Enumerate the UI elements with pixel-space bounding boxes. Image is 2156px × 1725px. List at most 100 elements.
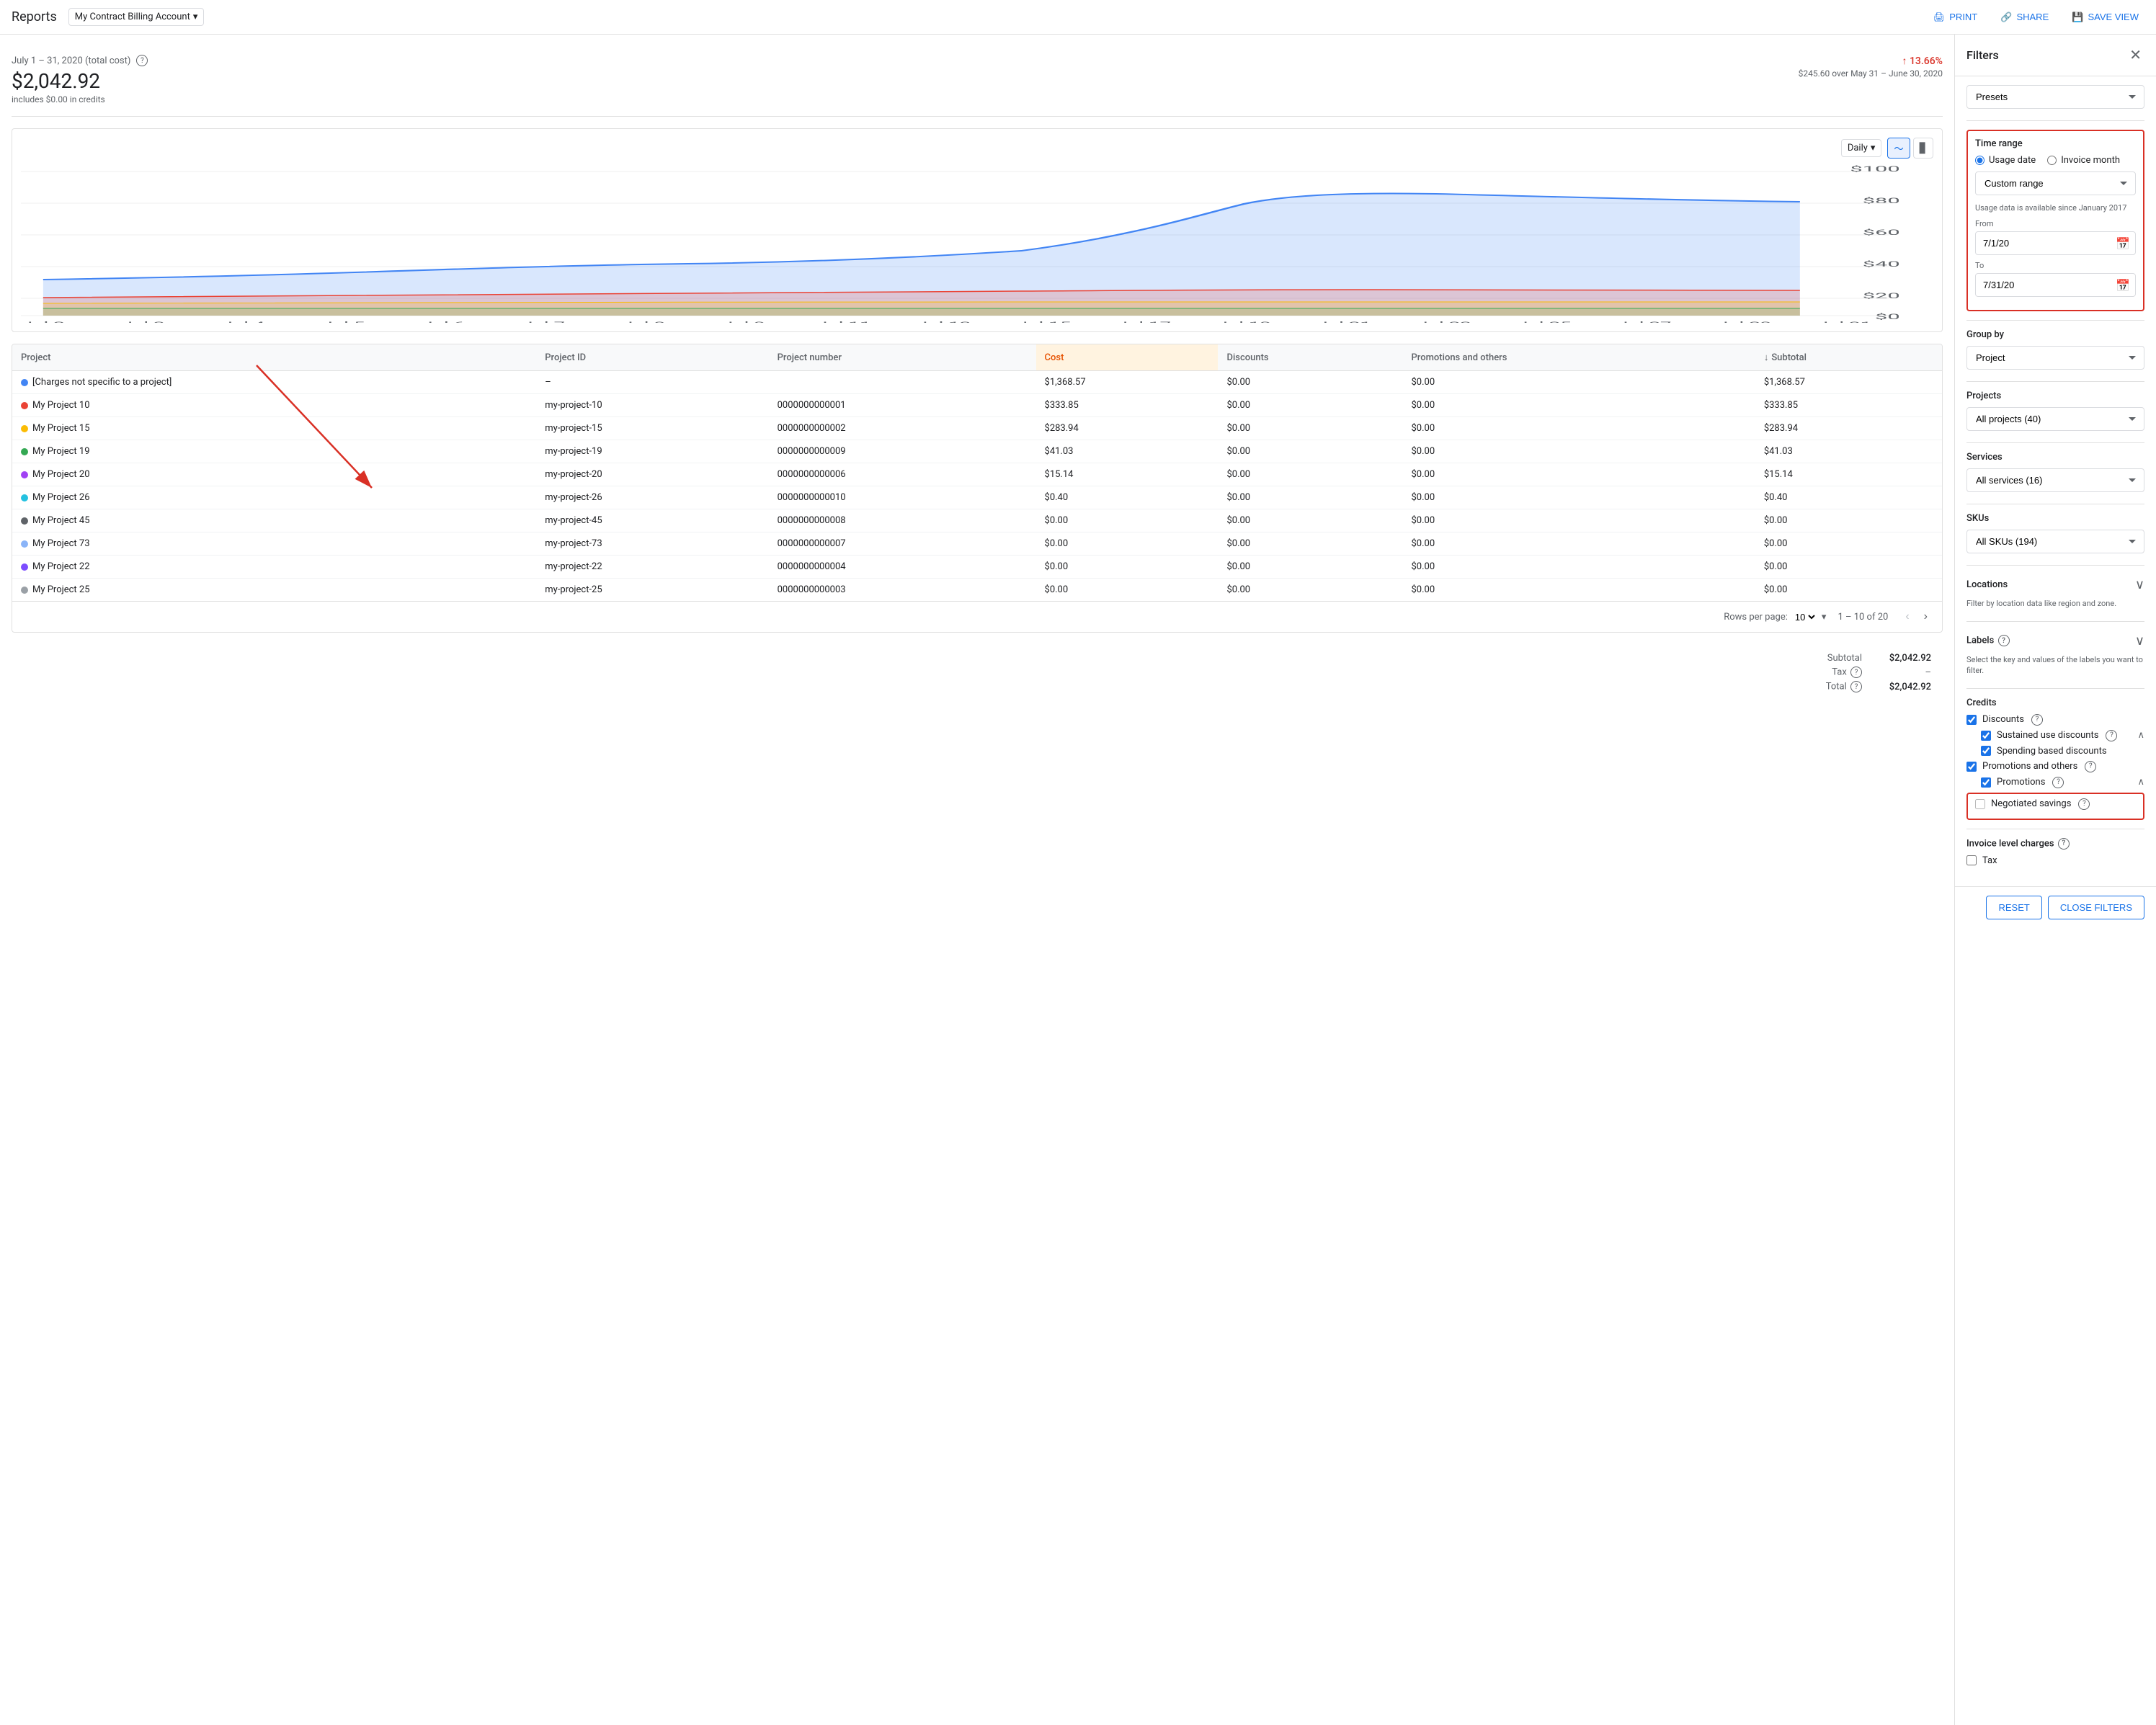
print-icon: 🖨 xyxy=(1933,12,1946,23)
locations-collapsible[interactable]: Locations ∨ xyxy=(1966,574,2144,595)
svg-text:$100: $100 xyxy=(1850,165,1899,174)
invoice-help-icon[interactable]: ? xyxy=(2058,838,2070,850)
summary-amount: $2,042.92 xyxy=(12,69,148,93)
to-date-input[interactable] xyxy=(1975,273,2136,297)
project-number-cell: 0000000000002 xyxy=(769,417,1036,440)
negotiated-help-icon[interactable]: ? xyxy=(2078,798,2090,810)
filter-footer: RESET CLOSE FILTERS xyxy=(1955,886,2156,928)
svg-text:Jul 9: Jul 9 xyxy=(722,321,765,323)
svg-text:Jul 7: Jul 7 xyxy=(522,321,565,323)
time-range-title: Time range xyxy=(1975,138,2136,149)
subtotal-cell: $0.00 xyxy=(1755,509,1942,532)
next-page-button[interactable]: › xyxy=(1918,607,1933,626)
subtotal-cell: $333.85 xyxy=(1755,394,1942,417)
invoice-month-input[interactable] xyxy=(2047,156,2057,165)
promotions-checkbox[interactable] xyxy=(1981,777,1991,788)
share-button[interactable]: 🔗 SHARE xyxy=(1995,7,2054,27)
promotions-cell: $0.00 xyxy=(1403,440,1755,463)
prev-page-button[interactable]: ‹ xyxy=(1899,607,1915,626)
presets-dropdown[interactable]: Presets xyxy=(1966,85,2144,109)
cost-cell: $0.00 xyxy=(1036,532,1219,556)
group-by-dropdown[interactable]: Project xyxy=(1966,346,2144,370)
labels-help-icon[interactable]: ? xyxy=(1998,635,2010,646)
discounts-cell: $0.00 xyxy=(1218,463,1402,486)
project-cell: My Project 19 xyxy=(12,440,536,463)
project-id-cell: my-project-22 xyxy=(536,556,768,579)
promotions-cell: $0.00 xyxy=(1403,417,1755,440)
billing-table: Project Project ID Project number Cost D… xyxy=(12,344,1943,633)
sustained-help-icon[interactable]: ? xyxy=(2106,730,2117,741)
project-id-cell: my-project-15 xyxy=(536,417,768,440)
services-dropdown[interactable]: All services (16) xyxy=(1966,468,2144,492)
discounts-cell: $0.00 xyxy=(1218,394,1402,417)
print-button[interactable]: 🖨 PRINT xyxy=(1928,7,1984,27)
from-date-wrapper: 📅 xyxy=(1975,231,2136,255)
custom-range-dropdown[interactable]: Custom range xyxy=(1975,171,2136,195)
rows-per-page-dropdown[interactable]: 10 25 50 xyxy=(1792,611,1817,623)
svg-text:Jul 25: Jul 25 xyxy=(1517,321,1571,323)
spending-based-checkbox[interactable] xyxy=(1981,746,1991,756)
project-id-cell: – xyxy=(536,371,768,394)
project-color-dot xyxy=(21,563,28,571)
project-color-dot xyxy=(21,379,28,386)
filters-body: Presets Time range Usage date Invoice mo… xyxy=(1955,76,2156,886)
invoice-level-section: Invoice level charges ? Tax xyxy=(1966,838,2144,866)
negotiated-savings-checkbox[interactable] xyxy=(1975,799,1985,809)
promotions-others-checkbox[interactable] xyxy=(1966,762,1977,772)
negotiated-savings-box: Negotiated savings ? xyxy=(1966,793,2144,820)
total-help-icon[interactable]: ? xyxy=(1850,681,1862,692)
promotions-sub-help-icon[interactable]: ? xyxy=(2052,777,2064,788)
skus-dropdown[interactable]: All SKUs (194) xyxy=(1966,530,2144,553)
table-row: My Project 22 my-project-22 000000000000… xyxy=(12,556,1942,579)
close-filters-button[interactable]: CLOSE FILTERS xyxy=(2048,896,2144,919)
cost-cell: $41.03 xyxy=(1036,440,1219,463)
bar-chart-button[interactable]: ▊ xyxy=(1913,138,1933,159)
billing-account-selector[interactable]: My Contract Billing Account ▾ xyxy=(68,8,205,26)
tax-checkbox[interactable] xyxy=(1966,855,1977,865)
table-header-row: Project Project ID Project number Cost D… xyxy=(12,344,1942,371)
project-color-dot xyxy=(21,448,28,455)
promotions-cell: $0.00 xyxy=(1403,509,1755,532)
save-view-button[interactable]: 💾 SAVE VIEW xyxy=(2066,7,2144,27)
project-number-cell: 0000000000003 xyxy=(769,579,1036,602)
svg-text:$40: $40 xyxy=(1863,260,1900,269)
promotions-cell: $0.00 xyxy=(1403,579,1755,602)
app-title: Reports xyxy=(12,9,57,24)
table-row: My Project 25 my-project-25 000000000000… xyxy=(12,579,1942,602)
summary-section: July 1 – 31, 2020 (total cost) ? $2,042.… xyxy=(12,46,1943,117)
cost-cell: $0.40 xyxy=(1036,486,1219,509)
project-number-cell: 0000000000007 xyxy=(769,532,1036,556)
project-id-cell: my-project-45 xyxy=(536,509,768,532)
discounts-help-icon[interactable]: ? xyxy=(2031,714,2043,726)
table-row: [Charges not specific to a project] – $1… xyxy=(12,371,1942,394)
subtotal-cell: $41.03 xyxy=(1755,440,1942,463)
svg-text:$0: $0 xyxy=(1875,313,1900,321)
chart-svg: $100 $80 $60 $40 $20 $0 xyxy=(21,164,1933,323)
help-icon[interactable]: ? xyxy=(136,55,148,66)
filters-close-button[interactable]: ✕ xyxy=(2126,43,2144,67)
from-date-input[interactable] xyxy=(1975,231,2136,255)
project-id-cell: my-project-25 xyxy=(536,579,768,602)
discounts-checkbox[interactable] xyxy=(1966,715,1977,725)
tax-row: Tax xyxy=(1966,855,2144,866)
chart-type-selector[interactable]: Daily ▾ xyxy=(1841,139,1882,157)
labels-collapsible[interactable]: Labels ? ∨ xyxy=(1966,630,2144,651)
promotions-help-icon[interactable]: ? xyxy=(2085,761,2096,772)
sustained-use-checkbox[interactable] xyxy=(1981,731,1991,741)
table-row: My Project 26 my-project-26 000000000001… xyxy=(12,486,1942,509)
sustained-collapse-icon: ∧ xyxy=(2137,730,2144,741)
promotions-cell: $0.00 xyxy=(1403,486,1755,509)
cost-cell: $0.00 xyxy=(1036,509,1219,532)
project-cell: My Project 73 xyxy=(12,532,536,556)
locations-expand-icon: ∨ xyxy=(2135,577,2144,592)
invoice-month-radio[interactable]: Invoice month xyxy=(2047,155,2120,166)
tax-help-icon[interactable]: ? xyxy=(1850,667,1862,678)
line-chart-button[interactable]: 〜 xyxy=(1887,138,1910,159)
reset-button[interactable]: RESET xyxy=(1986,896,2041,919)
promotions-cell: $0.00 xyxy=(1403,394,1755,417)
subtotal-cell: $0.00 xyxy=(1755,532,1942,556)
usage-date-input[interactable] xyxy=(1975,156,1984,165)
projects-dropdown[interactable]: All projects (40) xyxy=(1966,407,2144,431)
usage-date-radio[interactable]: Usage date xyxy=(1975,155,2036,166)
data-table: Project Project ID Project number Cost D… xyxy=(12,344,1942,601)
